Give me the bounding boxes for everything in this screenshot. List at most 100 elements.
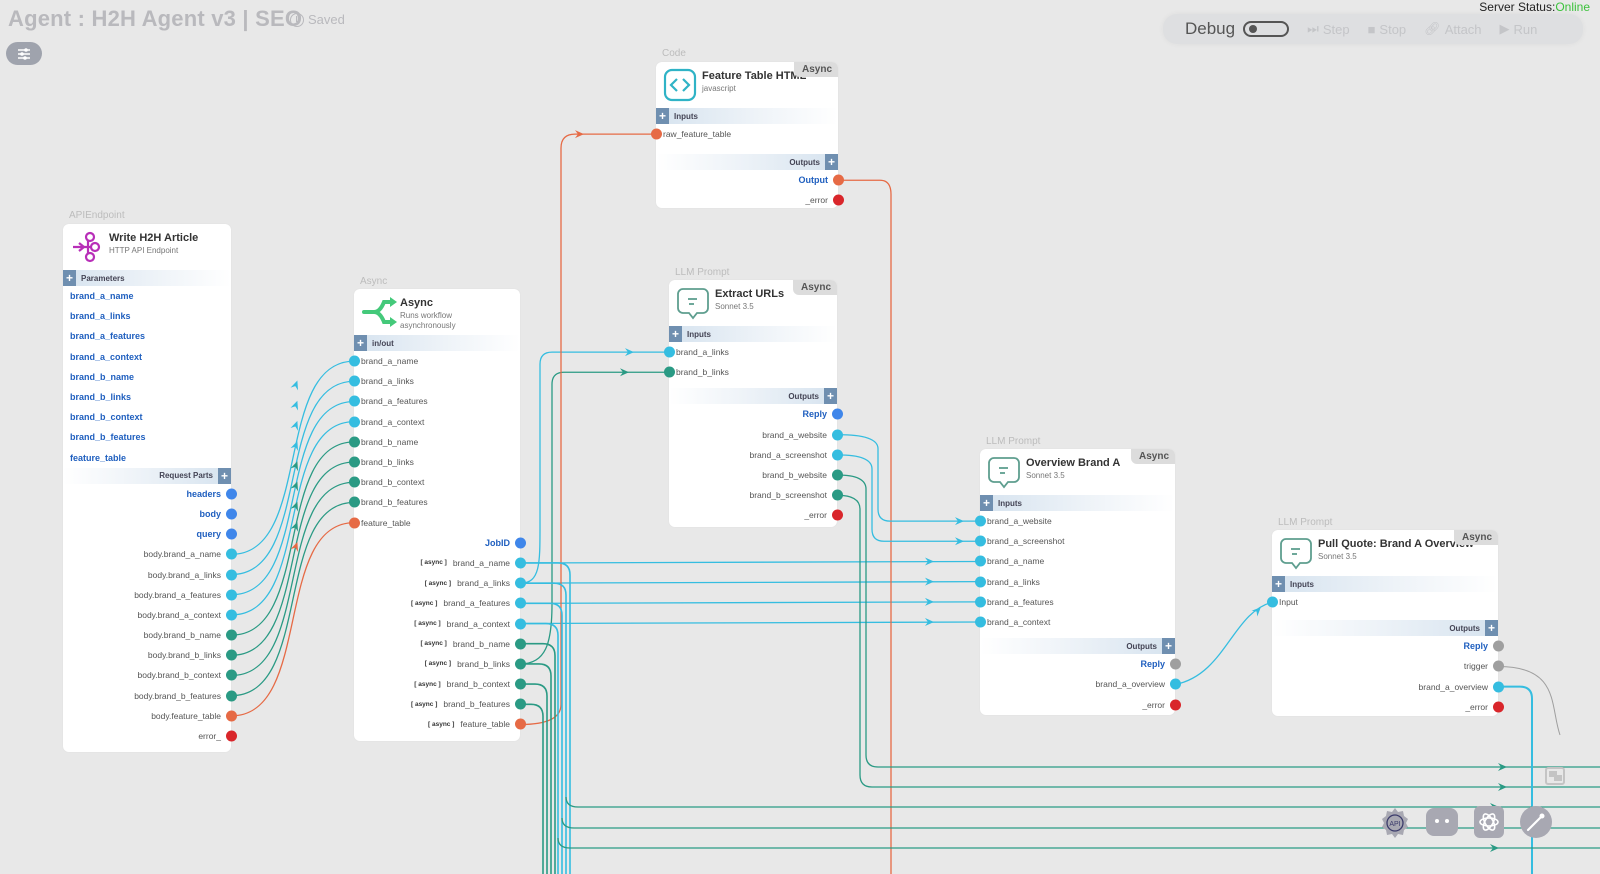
output-port-handle[interactable] — [515, 597, 526, 609]
chatbot-button[interactable] — [1426, 808, 1458, 836]
add-outputs-button[interactable]: + — [825, 154, 838, 171]
input-port-handle[interactable] — [349, 416, 360, 428]
output-port-handle[interactable] — [832, 509, 843, 521]
code-node[interactable]: Feature Table HTML javascript Async + Inputs… — [651, 62, 844, 208]
input-port-handle[interactable] — [975, 535, 986, 547]
output-port-handle[interactable] — [1170, 678, 1181, 690]
output-port-handle[interactable] — [515, 658, 526, 670]
input-port-handle[interactable] — [349, 517, 360, 529]
add-outputs-button[interactable]: + — [1162, 638, 1175, 655]
pullquote-node[interactable]: Pull Quote: Brand A Overview Sonnet 3.5 As… — [1267, 530, 1504, 716]
add-request-parts-button[interactable]: + — [218, 467, 231, 484]
input-port-handle[interactable] — [1267, 596, 1278, 608]
port-label: brand_a_website — [762, 429, 827, 440]
attach-button[interactable]: 🔗︎ Attach — [1424, 21, 1481, 37]
output-port-handle[interactable] — [515, 718, 526, 730]
output-port-handle[interactable] — [832, 489, 843, 501]
output-port-handle[interactable] — [226, 589, 237, 601]
output-port-handle[interactable] — [226, 508, 237, 520]
input-port-handle[interactable] — [975, 596, 986, 608]
output-port-handle[interactable] — [515, 618, 526, 630]
api-to-async-wire — [231, 360, 355, 555]
run-button[interactable]: ▶ Run — [1500, 21, 1538, 37]
output-port-handle[interactable] — [1170, 658, 1181, 670]
output-port-handle[interactable] — [1493, 660, 1504, 672]
input-port-handle[interactable] — [975, 555, 986, 567]
output-port-handle[interactable] — [1170, 699, 1181, 711]
add-inputs-button[interactable]: + — [656, 108, 669, 124]
api-node[interactable]: Write H2H Article HTTP API Endpoint + Param… — [63, 224, 237, 752]
port-label: brand_a_links — [457, 578, 510, 589]
port-label: body.brand_b_links — [147, 650, 221, 661]
output-port-handle[interactable] — [832, 469, 843, 481]
api-settings-button[interactable]: API — [1378, 806, 1412, 840]
output-port-handle[interactable] — [226, 548, 237, 560]
add-inout-button[interactable]: + — [354, 335, 367, 351]
input-port-handle[interactable] — [664, 346, 675, 358]
output-port-handle[interactable] — [1493, 701, 1504, 713]
node-header: Write H2H Article HTTP API Endpoint — [63, 224, 231, 270]
input-port-handle[interactable] — [349, 355, 360, 367]
output-port-handle[interactable] — [832, 408, 843, 420]
stop-button[interactable]: ■ Stop — [1368, 22, 1407, 37]
add-outputs-button[interactable]: + — [1485, 620, 1498, 637]
port-label: brand_a_screenshot — [987, 536, 1065, 547]
add-inputs-button[interactable]: + — [980, 495, 993, 511]
add-outputs-button[interactable]: + — [824, 388, 837, 405]
input-port-handle[interactable] — [349, 456, 360, 468]
add-parameters-button[interactable]: + — [63, 270, 76, 286]
input-port-handle[interactable] — [349, 375, 360, 387]
clock-icon — [290, 12, 304, 27]
minimap-toggle[interactable] — [1545, 767, 1565, 785]
output-port-handle[interactable] — [515, 638, 526, 650]
output-port-handle[interactable] — [226, 488, 237, 500]
output-port-handle[interactable] — [1493, 640, 1504, 652]
output-port-handle[interactable] — [833, 174, 844, 186]
output-port-handle[interactable] — [832, 449, 843, 461]
output-port-handle[interactable] — [226, 710, 237, 722]
node-subtitle: Sonnet 3.5 — [1318, 552, 1357, 561]
output-port-handle[interactable] — [226, 629, 237, 641]
node-title: Overview Brand A — [1026, 457, 1121, 469]
add-inputs-button[interactable]: + — [669, 326, 682, 342]
output-port-handle[interactable] — [226, 569, 237, 581]
async-node[interactable]: Async Runs workflow asynchronously + in/out… — [349, 289, 526, 741]
output-port-handle[interactable] — [515, 557, 526, 569]
input-port-handle[interactable] — [349, 436, 360, 448]
output-port-handle[interactable] — [226, 669, 237, 681]
output-port-handle[interactable] — [226, 730, 237, 742]
output-port-handle[interactable] — [833, 194, 844, 206]
input-port-handle[interactable] — [349, 476, 360, 488]
output-port-handle[interactable] — [226, 690, 237, 702]
output-port-handle[interactable] — [1493, 681, 1504, 693]
output-port-handle[interactable] — [226, 649, 237, 661]
step-button[interactable]: ⏭ Step — [1307, 21, 1349, 37]
port-label: brand_a_links — [987, 576, 1040, 587]
async-bundle-wire — [520, 562, 571, 874]
pullquote-node-type-label: LLM Prompt — [1278, 517, 1333, 528]
input-port-handle[interactable] — [975, 616, 986, 628]
api-to-async-wire — [231, 421, 355, 616]
postman-button[interactable] — [1520, 806, 1552, 838]
parameter-row: brand_a_features — [63, 326, 231, 346]
input-port-handle[interactable] — [349, 496, 360, 508]
debug-toggle[interactable] — [1243, 21, 1290, 37]
save-status: Saved — [290, 12, 345, 27]
extract-node[interactable]: Extract URLs Sonnet 3.5 Async + Inputs brand_… — [664, 280, 843, 527]
openai-button[interactable] — [1474, 806, 1504, 838]
input-port-handle[interactable] — [975, 576, 986, 588]
output-port-handle[interactable] — [515, 698, 526, 710]
input-port-handle[interactable] — [975, 515, 986, 527]
input-port-handle[interactable] — [664, 366, 675, 378]
output-port-handle[interactable] — [226, 609, 237, 621]
output-port-handle[interactable] — [515, 537, 526, 549]
output-port-handle[interactable] — [515, 678, 526, 690]
output-port-handle[interactable] — [226, 528, 237, 540]
output-port-handle[interactable] — [832, 429, 843, 441]
overview-node[interactable]: Overview Brand A Sonnet 3.5 Async + Inputs br… — [975, 449, 1181, 715]
settings-sliders-button[interactable] — [6, 42, 42, 65]
input-port-handle[interactable] — [651, 128, 662, 140]
output-port-handle[interactable] — [515, 577, 526, 589]
input-port-handle[interactable] — [349, 395, 360, 407]
add-inputs-button[interactable]: + — [1272, 576, 1285, 592]
